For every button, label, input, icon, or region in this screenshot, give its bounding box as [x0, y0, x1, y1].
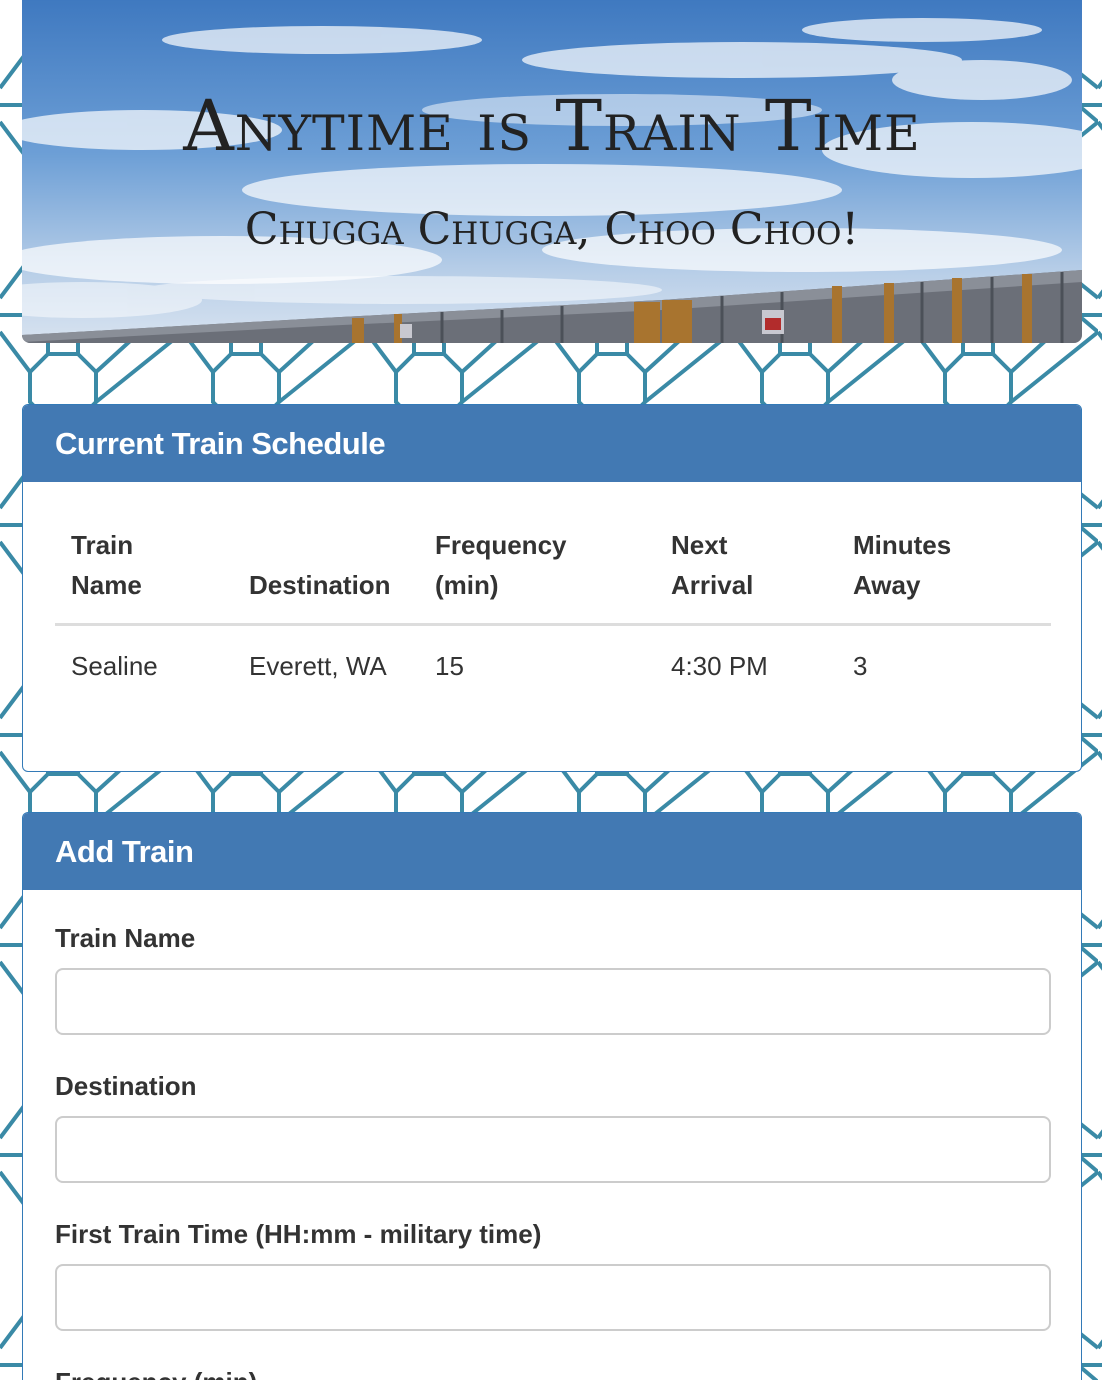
add-train-panel-title: Add Train — [55, 833, 194, 869]
first-train-time-label: First Train Time (HH:mm - military time) — [55, 1219, 542, 1249]
schedule-panel-title: Current Train Schedule — [55, 425, 386, 461]
column-header-minutes-away: Minutes Away — [837, 513, 1051, 626]
column-header-train-name: Train Name — [55, 513, 233, 626]
cell-train-name: Sealine — [71, 651, 158, 681]
train-name-input[interactable] — [55, 968, 1051, 1035]
cell-minutes-away: 3 — [853, 651, 868, 681]
schedule-panel: Current Train Schedule Train Name Destina… — [22, 404, 1082, 772]
form-group-train-name: Train Name — [55, 923, 1051, 1035]
column-header-next-arrival: Next Arrival — [655, 513, 837, 626]
add-train-panel: Add Train Train Name Destination First T… — [22, 812, 1082, 1380]
form-group-destination: Destination — [55, 1071, 1051, 1183]
cell-destination: Everett, WA — [249, 651, 387, 681]
column-header-destination: Destination — [233, 513, 419, 626]
form-group-frequency: Frequency (min) — [55, 1367, 1051, 1380]
add-train-panel-heading: Add Train — [23, 813, 1081, 890]
destination-input[interactable] — [55, 1116, 1051, 1183]
page-subtitle: Chugga Chugga, Choo Choo! — [244, 204, 860, 255]
table-row: Sealine Everett, WA 15 4:30 PM 3 — [55, 625, 1051, 707]
column-header-frequency: Frequency (min) — [419, 513, 655, 626]
first-train-time-input[interactable] — [55, 1264, 1051, 1331]
page-title: Anytime is Train Time — [183, 85, 921, 167]
form-group-first-train-time: First Train Time (HH:mm - military time) — [55, 1219, 1051, 1331]
cell-next-arrival: 4:30 PM — [671, 651, 768, 681]
sky-train-banner-image — [22, 0, 1082, 343]
header-banner: Anytime is Train Time Chugga Chugga, Cho… — [22, 0, 1082, 343]
table-header-row: Train Name Destination Frequency (min) Nex… — [55, 513, 1051, 626]
cell-frequency: 15 — [435, 651, 464, 681]
frequency-label: Frequency (min) — [55, 1367, 1051, 1380]
schedule-panel-heading: Current Train Schedule — [23, 405, 1081, 482]
schedule-table: Train Name Destination Frequency (min) Nex… — [55, 513, 1051, 706]
train-name-label: Train Name — [55, 923, 196, 953]
destination-label: Destination — [55, 1071, 197, 1101]
